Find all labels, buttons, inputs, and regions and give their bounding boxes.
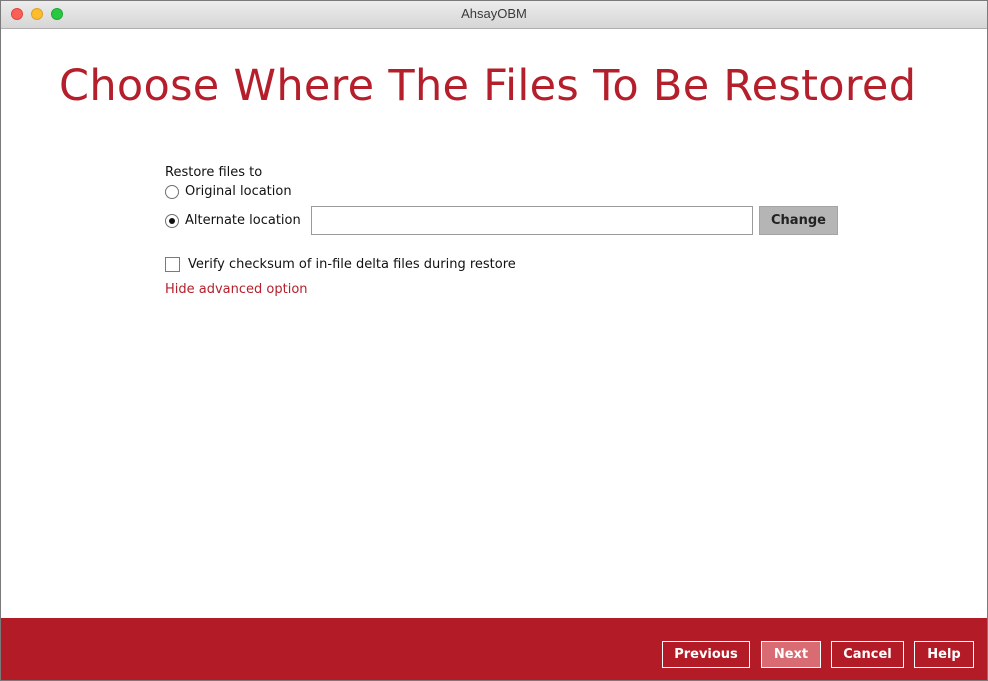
alternate-location-radio[interactable] bbox=[165, 213, 179, 228]
previous-button[interactable]: Previous bbox=[662, 641, 750, 668]
verify-checksum-label: Verify checksum of in-file delta files d… bbox=[188, 257, 516, 272]
title-bar: AhsayOBM bbox=[1, 1, 987, 29]
footer-bar: Previous Next Cancel Help bbox=[1, 618, 987, 680]
restore-files-to-label: Restore files to bbox=[165, 165, 263, 180]
hide-advanced-option-link[interactable]: Hide advanced option bbox=[165, 282, 308, 297]
page-title: Choose Where The Files To Be Restored bbox=[59, 61, 917, 111]
help-button[interactable]: Help bbox=[914, 641, 974, 668]
original-location-option[interactable]: Original location bbox=[165, 184, 292, 199]
original-location-radio[interactable] bbox=[165, 184, 179, 199]
cancel-button[interactable]: Cancel bbox=[831, 641, 904, 668]
next-button[interactable]: Next bbox=[761, 641, 821, 668]
window-title: AhsayOBM bbox=[461, 6, 527, 21]
verify-checksum-option[interactable]: Verify checksum of in-file delta files d… bbox=[165, 257, 516, 272]
original-location-label: Original location bbox=[185, 184, 292, 199]
alternate-location-option[interactable]: Alternate location bbox=[165, 213, 301, 228]
alternate-location-label: Alternate location bbox=[185, 213, 301, 228]
change-button[interactable]: Change bbox=[759, 206, 838, 235]
verify-checksum-checkbox[interactable] bbox=[165, 257, 180, 272]
app-window: AhsayOBM Choose Where The Files To Be Re… bbox=[0, 0, 988, 681]
alternate-location-path-input[interactable] bbox=[311, 206, 753, 235]
